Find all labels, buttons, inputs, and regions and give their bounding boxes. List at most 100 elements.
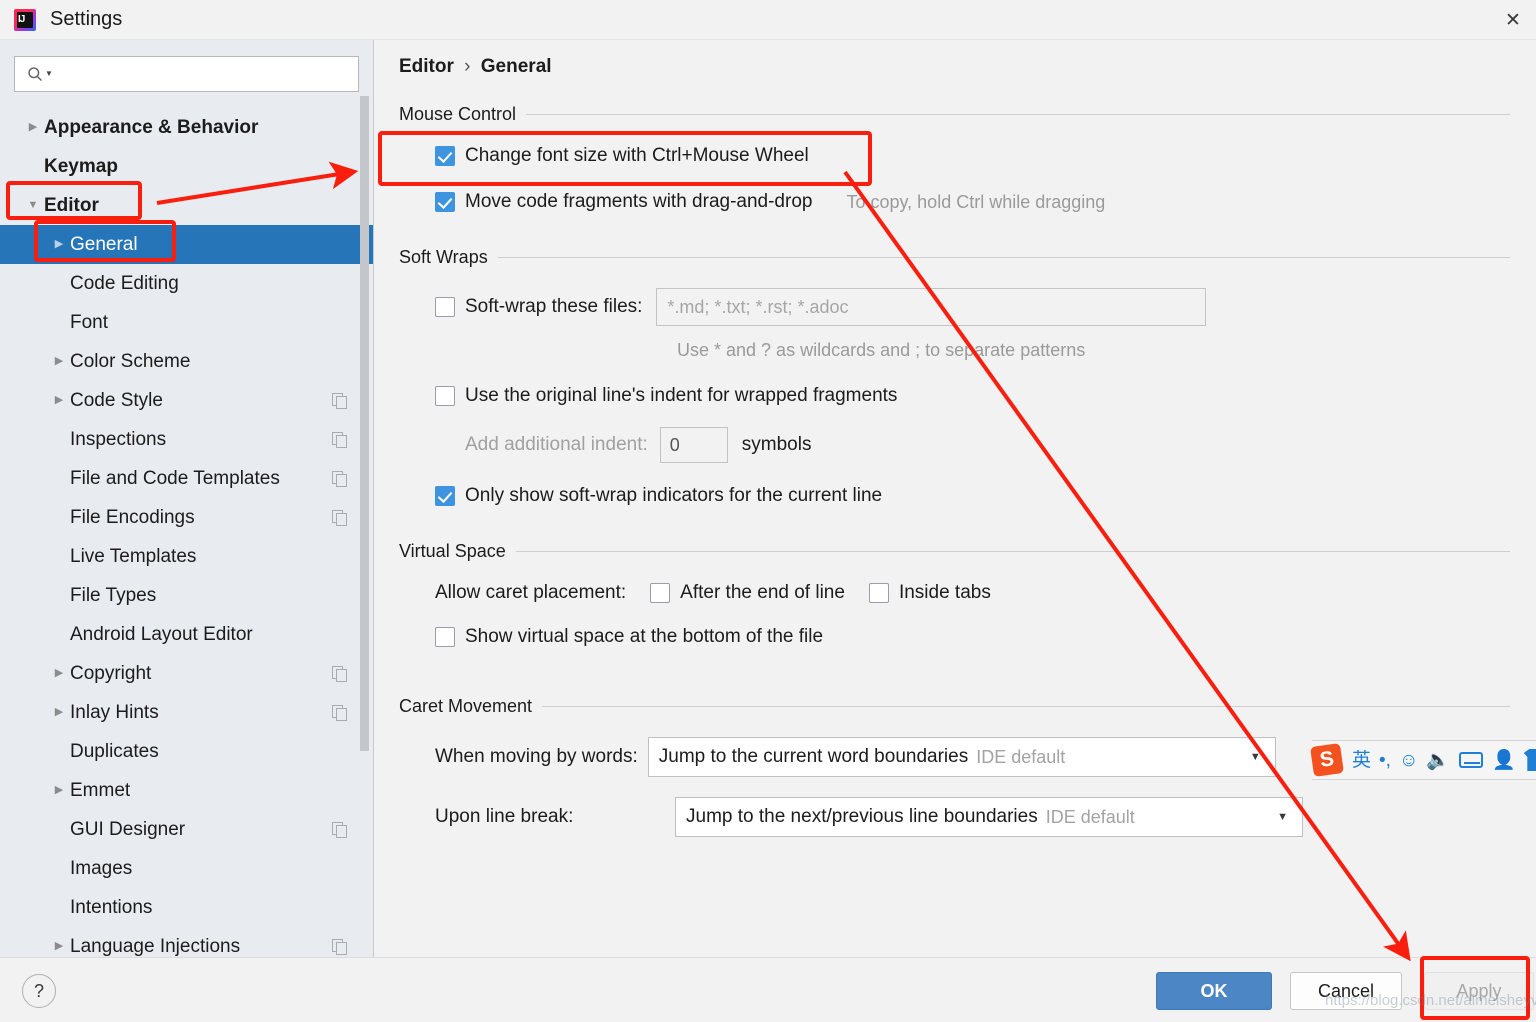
- sidebar-item-live-templates[interactable]: Live Templates: [0, 537, 373, 576]
- chevron-right-icon[interactable]: ▶: [48, 356, 70, 367]
- sidebar-item-inlay-hints[interactable]: ▶ Inlay Hints: [0, 693, 373, 732]
- chevron-right-icon[interactable]: ▶: [48, 785, 70, 796]
- wildcards-hint: Use * and ? as wildcards and ; to separa…: [677, 340, 1086, 360]
- chevron-right-icon[interactable]: ▶: [48, 395, 70, 406]
- intellij-idea-icon: IJ: [14, 8, 36, 31]
- sidebar-item-general[interactable]: ▶ General: [0, 225, 373, 264]
- ime-language-mode[interactable]: 英: [1352, 751, 1371, 770]
- group-header: Soft Wraps: [399, 247, 1510, 268]
- breadcrumb-separator-icon: ›: [464, 56, 471, 77]
- group-title: Soft Wraps: [399, 247, 488, 267]
- sidebar-item-android-layout-editor[interactable]: Android Layout Editor: [0, 615, 373, 654]
- search-box[interactable]: ▼: [14, 56, 359, 92]
- project-scope-icon: [332, 393, 347, 409]
- sidebar-scrollbar-thumb[interactable]: [360, 96, 369, 751]
- sidebar-item-intentions[interactable]: Intentions: [0, 888, 373, 927]
- sidebar-item-file-encodings[interactable]: File Encodings: [0, 498, 373, 537]
- option-original-indent[interactable]: Use the original line's indent for wrapp…: [435, 385, 1510, 407]
- move-code-fragments-checkbox[interactable]: [435, 192, 455, 212]
- group-title: Virtual Space: [399, 541, 506, 561]
- chevron-right-icon[interactable]: ▶: [48, 707, 70, 718]
- option-soft-wrap-files[interactable]: Soft-wrap these files: *.md; *.txt; *.rs…: [435, 288, 1510, 326]
- ime-emoji-icon[interactable]: ☺: [1399, 751, 1418, 770]
- when-moving-value: Jump to the current word boundaries: [658, 746, 969, 767]
- settings-sidebar: ▼ ▶ Appearance & Behavior Keymap ▼ Editor ▶ G…: [0, 40, 374, 957]
- soft-wrap-files-checkbox[interactable]: [435, 297, 455, 317]
- sidebar-item-label: Images: [70, 857, 133, 879]
- sidebar-item-color-scheme[interactable]: ▶ Color Scheme: [0, 342, 373, 381]
- sogou-ime-toolbar: S 英 •, ☺ 🔈 👤: [1310, 740, 1536, 780]
- option-only-show-indicators[interactable]: Only show soft-wrap indicators for the c…: [435, 485, 1510, 507]
- sogou-logo-icon[interactable]: S: [1310, 743, 1344, 777]
- change-font-size-label: Change font size with Ctrl+Mouse Wheel: [465, 145, 809, 166]
- ime-user-icon[interactable]: 👤: [1492, 751, 1516, 770]
- row-upon-line-break: Upon line break: Jump to the next/previo…: [435, 797, 1510, 837]
- move-code-fragments-label: Move code fragments with drag-and-drop: [465, 191, 813, 212]
- only-show-indicators-checkbox[interactable]: [435, 486, 455, 506]
- search-dropdown-icon[interactable]: ▼: [45, 70, 53, 78]
- chevron-down-icon[interactable]: ▼: [1277, 811, 1296, 823]
- project-scope-icon: [332, 705, 347, 721]
- sidebar-item-duplicates[interactable]: Duplicates: [0, 732, 373, 771]
- chevron-down-icon[interactable]: ▼: [22, 200, 44, 211]
- ok-button[interactable]: OK: [1156, 972, 1272, 1010]
- option-show-virtual-space[interactable]: Show virtual space at the bottom of the …: [435, 626, 1510, 648]
- sidebar-item-appearance-behavior[interactable]: ▶ Appearance & Behavior: [0, 108, 373, 147]
- chevron-right-icon[interactable]: ▶: [22, 122, 44, 133]
- ime-punctuation-icon[interactable]: •,: [1379, 751, 1391, 770]
- sidebar-item-code-editing[interactable]: Code Editing: [0, 264, 373, 303]
- change-font-size-checkbox[interactable]: [435, 146, 455, 166]
- sidebar-item-inspections[interactable]: Inspections: [0, 420, 373, 459]
- upon-line-break-dropdown[interactable]: Jump to the next/previous line boundarie…: [675, 797, 1303, 837]
- only-show-indicators-label: Only show soft-wrap indicators for the c…: [465, 485, 883, 506]
- sidebar-item-label: GUI Designer: [70, 818, 186, 840]
- option-change-font-size[interactable]: Change font size with Ctrl+Mouse Wheel: [435, 145, 1510, 167]
- additional-indent-input[interactable]: 0: [659, 427, 728, 463]
- sidebar-item-copyright[interactable]: ▶ Copyright: [0, 654, 373, 693]
- window-title: Settings: [50, 8, 123, 30]
- sidebar-item-file-types[interactable]: File Types: [0, 576, 373, 615]
- show-virtual-space-checkbox[interactable]: [435, 627, 455, 647]
- sidebar-item-editor[interactable]: ▼ Editor: [0, 186, 373, 225]
- sidebar-item-images[interactable]: Images: [0, 849, 373, 888]
- chevron-right-icon[interactable]: ▶: [48, 239, 70, 250]
- ime-microphone-icon[interactable]: 🔈: [1426, 751, 1450, 770]
- close-icon[interactable]: ✕: [1490, 0, 1536, 40]
- chevron-right-icon[interactable]: ▶: [48, 941, 70, 952]
- sidebar-scrollbar-track[interactable]: [360, 96, 369, 751]
- sidebar-item-label: Color Scheme: [70, 350, 191, 372]
- sidebar-item-file-and-code-templates[interactable]: File and Code Templates: [0, 459, 373, 498]
- soft-wrap-files-input[interactable]: *.md; *.txt; *.rst; *.adoc: [656, 288, 1207, 326]
- when-moving-dropdown[interactable]: Jump to the current word boundaries IDE …: [647, 737, 1276, 777]
- sidebar-item-language-injections[interactable]: ▶ Language Injections: [0, 927, 373, 957]
- chevron-down-icon[interactable]: ▼: [1250, 751, 1269, 763]
- option-move-code-fragments[interactable]: Move code fragments with drag-and-drop T…: [435, 191, 1510, 213]
- sidebar-item-gui-designer[interactable]: GUI Designer: [0, 810, 373, 849]
- upon-line-break-suffix: IDE default: [1045, 806, 1135, 827]
- search-input[interactable]: [52, 64, 350, 84]
- when-moving-suffix: IDE default: [976, 746, 1066, 767]
- after-end-of-line-checkbox[interactable]: [650, 583, 671, 603]
- cancel-button[interactable]: Cancel: [1290, 972, 1402, 1010]
- ime-skin-shirt-icon[interactable]: [1523, 749, 1536, 771]
- sidebar-item-font[interactable]: Font: [0, 303, 373, 342]
- group-divider: [515, 551, 1510, 552]
- sidebar-item-emmet[interactable]: ▶ Emmet: [0, 771, 373, 810]
- settings-tree: ▶ Appearance & Behavior Keymap ▼ Editor ▶ Gen…: [0, 108, 373, 957]
- chevron-right-icon[interactable]: ▶: [48, 668, 70, 679]
- original-indent-checkbox[interactable]: [435, 386, 455, 406]
- sidebar-item-code-style[interactable]: ▶ Code Style: [0, 381, 373, 420]
- help-button[interactable]: ?: [22, 974, 56, 1008]
- sidebar-item-label: General: [70, 233, 138, 255]
- sidebar-item-label: Intentions: [70, 896, 153, 918]
- sidebar-item-keymap[interactable]: Keymap: [0, 147, 373, 186]
- inside-tabs-checkbox[interactable]: [868, 583, 889, 603]
- ime-keyboard-icon[interactable]: [1459, 752, 1484, 768]
- breadcrumb-root[interactable]: Editor: [399, 56, 454, 77]
- group-title: Caret Movement: [399, 696, 533, 716]
